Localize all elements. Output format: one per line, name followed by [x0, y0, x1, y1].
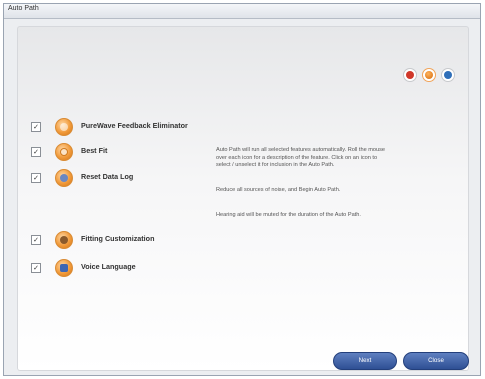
help-icon[interactable] [441, 68, 455, 82]
feature-label-best-fit: Best Fit [81, 146, 108, 155]
record-icon[interactable] [422, 68, 436, 82]
voice-language-icon[interactable] [55, 259, 73, 277]
feature-row-reset-data-log[interactable]: ✓ Reset Data Log [17, 169, 237, 187]
close-button[interactable]: Close [403, 352, 469, 370]
best-fit-icon[interactable] [55, 143, 73, 161]
content-panel: ✓ PureWave Feedback Eliminator ✓ Best Fi… [17, 26, 469, 371]
description-line-4: Reduce all sources of noise, and Begin A… [216, 187, 341, 193]
title-bar: Auto Path [4, 4, 480, 19]
feature-row-best-fit[interactable]: ✓ Best Fit [17, 143, 237, 161]
checkbox-fitting-customization[interactable]: ✓ [31, 235, 41, 245]
window-title: Auto Path [8, 5, 39, 12]
top-icon-group [403, 68, 455, 82]
fitting-customization-icon[interactable] [55, 231, 73, 249]
feature-label-voice-language: Voice Language [81, 262, 136, 271]
next-button[interactable]: Next [333, 352, 397, 370]
checkbox-reset-data-log[interactable]: ✓ [31, 173, 41, 183]
checkbox-voice-language[interactable]: ✓ [31, 263, 41, 273]
reset-data-log-icon[interactable] [55, 169, 73, 187]
feature-row-purewave[interactable]: ✓ PureWave Feedback Eliminator [17, 118, 237, 136]
description-line-1: Auto Path will run all selected features… [216, 147, 386, 153]
feature-label-fitting-customization: Fitting Customization [81, 234, 155, 243]
feature-row-fitting-customization[interactable]: ✓ Fitting Customization [17, 231, 237, 249]
description-line-5: Hearing aid will be muted for the durati… [216, 212, 361, 218]
description-paragraph: Auto Path will run all selected features… [216, 147, 385, 170]
description-line-2: over each icon for a description of the … [216, 154, 378, 161]
back-icon[interactable] [403, 68, 417, 82]
feature-label-purewave: PureWave Feedback Eliminator [81, 121, 188, 130]
feature-row-voice-language[interactable]: ✓ Voice Language [17, 259, 237, 277]
description-line-3: select / unselect it for inclusion in th… [216, 162, 335, 168]
checkbox-best-fit[interactable]: ✓ [31, 147, 41, 157]
auto-path-window: Auto Path ✓ PureWave Feedback Eliminator… [3, 3, 481, 376]
feature-label-reset-data-log: Reset Data Log [81, 172, 134, 181]
checkbox-purewave[interactable]: ✓ [31, 122, 41, 132]
feedback-eliminator-icon[interactable] [55, 118, 73, 136]
